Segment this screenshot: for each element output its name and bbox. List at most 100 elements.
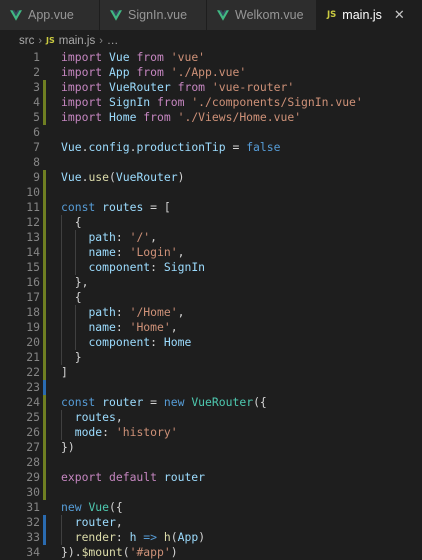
code-line[interactable]: 16 }, bbox=[0, 275, 422, 290]
code-line[interactable]: 27}) bbox=[0, 440, 422, 455]
code-line[interactable]: 32 router, bbox=[0, 515, 422, 530]
code-editor[interactable]: 1 import Vue from 'vue' 2 import App from '… bbox=[0, 50, 422, 560]
git-modified-marker bbox=[43, 95, 46, 110]
vue-file-icon bbox=[217, 9, 229, 21]
code-line[interactable]: 11 const routes = [ bbox=[0, 200, 422, 215]
code-token: , bbox=[115, 410, 123, 424]
git-modified-marker bbox=[43, 470, 46, 485]
code-line[interactable]: 15 component: SignIn bbox=[0, 260, 422, 275]
line-number: 1 bbox=[33, 50, 40, 64]
breadcrumb-file[interactable]: main.js bbox=[59, 35, 95, 47]
line-number: 30 bbox=[26, 485, 40, 499]
code-token: $mount bbox=[81, 545, 123, 559]
code-text: import SignIn from './components/SignIn.… bbox=[61, 95, 363, 110]
code-line[interactable]: 34}).$mount('#app') bbox=[0, 545, 422, 560]
code-line[interactable]: 12 { bbox=[0, 215, 422, 230]
code-line[interactable]: 18 path: '/Home', bbox=[0, 305, 422, 320]
code-line[interactable]: 24 const router = new VueRouter({ bbox=[0, 395, 422, 410]
code-line[interactable]: 9 Vue.use(VueRouter) bbox=[0, 170, 422, 185]
chevron-right-icon: › bbox=[99, 34, 103, 47]
code-token: , bbox=[115, 515, 123, 529]
code-token: : bbox=[115, 230, 130, 244]
code-token: import bbox=[61, 50, 110, 64]
code-token: : bbox=[150, 260, 164, 274]
code-token: render bbox=[74, 530, 116, 544]
breadcrumb-more[interactable]: … bbox=[107, 35, 119, 47]
code-line[interactable]: 23 bbox=[0, 380, 422, 395]
code-token: path bbox=[88, 230, 116, 244]
line-number: 2 bbox=[33, 65, 40, 79]
code-line[interactable]: 5 import Home from './Views/Home.vue' bbox=[0, 110, 422, 125]
code-line[interactable]: 2 import App from './App.vue' bbox=[0, 65, 422, 80]
code-token: , bbox=[150, 230, 158, 244]
line-number: 34 bbox=[26, 545, 40, 559]
code-token: = bbox=[143, 395, 164, 409]
git-modified-marker bbox=[43, 80, 46, 95]
code-line[interactable]: 14 name: 'Login', bbox=[0, 245, 422, 260]
code-text: mode: 'history' bbox=[61, 425, 178, 440]
code-line[interactable]: 22] bbox=[0, 365, 422, 380]
code-line[interactable]: 30 bbox=[0, 485, 422, 500]
code-text: const router = new VueRouter({ bbox=[61, 395, 267, 410]
git-added-marker bbox=[43, 380, 46, 395]
breadcrumb-folder[interactable]: src bbox=[19, 35, 34, 47]
code-line[interactable]: 21 } bbox=[0, 350, 422, 365]
line-number: 24 bbox=[26, 395, 40, 409]
code-token: SignIn bbox=[163, 260, 206, 274]
code-line[interactable]: 29 export default router bbox=[0, 470, 422, 485]
code-text: render: h => h(App) bbox=[61, 530, 205, 545]
code-line[interactable]: 10 bbox=[0, 185, 422, 200]
js-file-icon: JS bbox=[327, 10, 337, 20]
code-text: new Vue({ bbox=[61, 500, 123, 515]
tab-main-js[interactable]: JS main.js ✕ bbox=[317, 0, 422, 30]
code-line[interactable]: 33 render: h => h(App) bbox=[0, 530, 422, 545]
code-token: , bbox=[177, 305, 185, 319]
git-added-marker bbox=[43, 530, 46, 545]
code-line[interactable]: 20 component: Home bbox=[0, 335, 422, 350]
code-text: name: 'Home', bbox=[61, 320, 177, 335]
code-line[interactable]: 31 new Vue({ bbox=[0, 500, 422, 515]
code-line[interactable]: 4 import SignIn from './components/SignIn… bbox=[0, 95, 422, 110]
code-text: ] bbox=[61, 365, 68, 380]
code-line[interactable]: 1 import Vue from 'vue' bbox=[0, 50, 422, 65]
code-line[interactable]: 6 bbox=[0, 125, 422, 140]
line-number: 16 bbox=[26, 275, 40, 289]
code-token: SignIn bbox=[109, 95, 151, 109]
code-token: 'vue-router' bbox=[211, 80, 295, 94]
code-token: = [ bbox=[143, 200, 171, 214]
git-modified-marker bbox=[43, 245, 46, 260]
line-number: 29 bbox=[26, 470, 40, 484]
code-text: Vue.config.productionTip = false bbox=[61, 140, 280, 155]
line-number: 31 bbox=[26, 500, 40, 514]
code-token: }, bbox=[61, 275, 89, 289]
tab-welkom-vue[interactable]: Welkom.vue bbox=[207, 0, 317, 30]
code-token: => bbox=[136, 530, 164, 544]
code-token: App bbox=[109, 65, 130, 79]
code-token: const bbox=[61, 200, 103, 214]
close-icon[interactable]: ✕ bbox=[394, 7, 405, 23]
code-token: from bbox=[129, 65, 171, 79]
code-line[interactable]: 28 bbox=[0, 455, 422, 470]
code-line[interactable]: 19 name: 'Home', bbox=[0, 320, 422, 335]
code-token: routes bbox=[102, 200, 144, 214]
line-number: 3 bbox=[33, 80, 40, 94]
code-token: }). bbox=[61, 545, 82, 559]
code-token: router bbox=[102, 395, 144, 409]
code-token: name bbox=[88, 245, 116, 259]
code-line[interactable]: 3 import VueRouter from 'vue-router' bbox=[0, 80, 422, 95]
tab-signin-vue[interactable]: SignIn.vue bbox=[100, 0, 207, 30]
code-text: { bbox=[61, 215, 82, 230]
code-token: { bbox=[61, 290, 82, 304]
code-line[interactable]: 26 mode: 'history' bbox=[0, 425, 422, 440]
code-line[interactable]: 7 Vue.config.productionTip = false bbox=[0, 140, 422, 155]
code-token: name bbox=[88, 320, 116, 334]
code-line[interactable]: 8 bbox=[0, 155, 422, 170]
code-line[interactable]: 13 path: '/', bbox=[0, 230, 422, 245]
code-line[interactable]: 17 { bbox=[0, 290, 422, 305]
code-line[interactable]: 25 routes, bbox=[0, 410, 422, 425]
line-number: 4 bbox=[33, 95, 40, 109]
tab-app-vue[interactable]: App.vue bbox=[0, 0, 100, 30]
